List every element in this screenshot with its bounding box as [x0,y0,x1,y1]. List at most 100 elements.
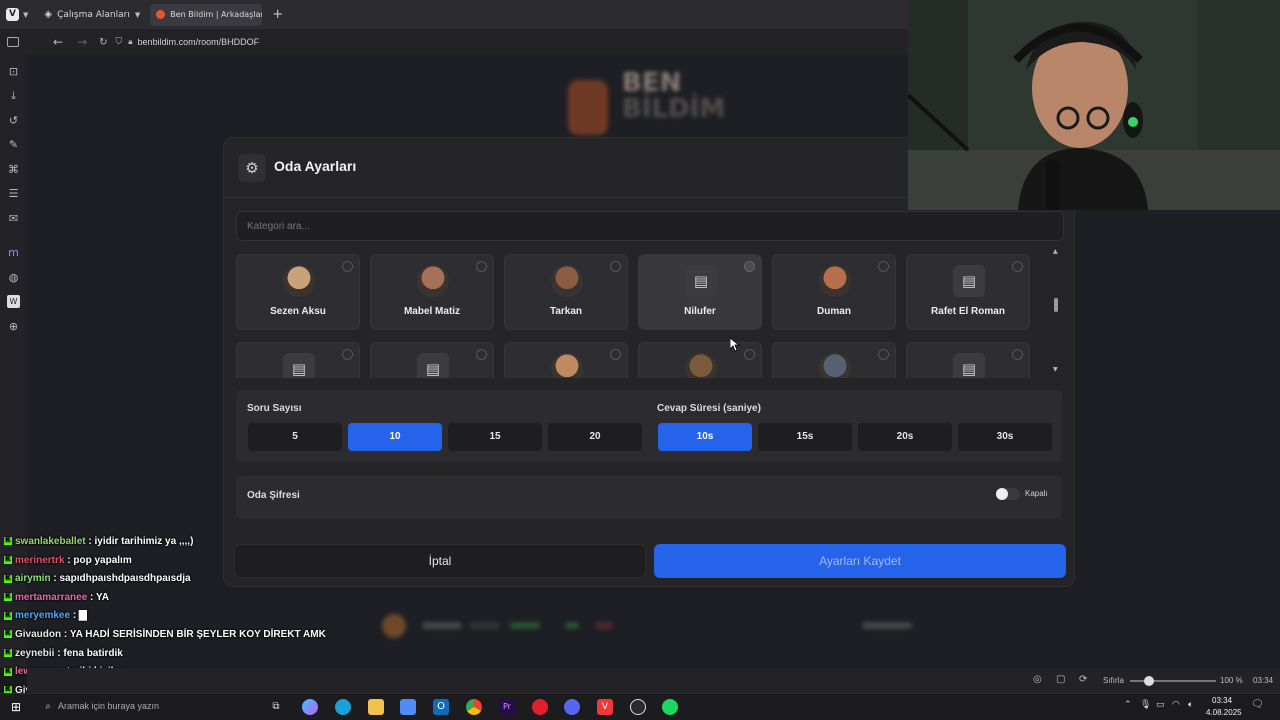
chat-text: iyidir tarihimiz ya ,,,,) [94,536,194,547]
question-count-option[interactable]: 20 [548,423,642,451]
kick-badge-icon: K [4,537,12,546]
question-count-option[interactable]: 15 [448,423,542,451]
panel-toggle-icon[interactable] [7,37,19,47]
answer-time-option[interactable]: 20s [858,423,952,451]
new-tab-icon[interactable]: + [272,7,283,22]
reload-icon[interactable]: ↻ [99,37,107,48]
add-panel-icon[interactable]: ⊕ [7,320,20,333]
category-card[interactable]: ▤ Rafet El Roman [906,254,1030,330]
category-radio[interactable] [342,349,353,360]
downloads-icon[interactable]: ⤓ [7,89,20,102]
category-card[interactable]: Mabel Matiz [370,254,494,330]
chat-username: zeynebii [15,647,55,659]
taskbar-search-input[interactable]: Aramak için buraya yazın [58,701,159,711]
category-card[interactable]: ▤ [906,342,1030,378]
zoom-reset-label[interactable]: Sıfırla [1103,676,1124,685]
web-panel-icon[interactable]: ◍ [7,271,20,284]
network-icon[interactable]: ▭ [1156,700,1165,710]
category-radio[interactable] [610,349,621,360]
notes-icon[interactable]: ✎ [7,138,20,151]
copilot-icon[interactable] [302,699,318,715]
chrome-icon[interactable] [466,699,482,715]
wifi-icon[interactable]: ◠ [1172,700,1180,710]
microphone-icon[interactable]: 🎙︎ [1140,700,1151,710]
tab-workspaces[interactable]: ◈ Çalışma Alanları ▼ [38,4,146,26]
category-radio[interactable] [1012,261,1023,272]
category-radio[interactable] [878,261,889,272]
url-field[interactable]: benbildim.com/room/BHDDOF [138,37,260,47]
scroll-thumb[interactable] [1054,298,1058,312]
vivaldi-icon[interactable]: V [597,699,613,715]
answer-time-option[interactable]: 15s [758,423,852,451]
question-count-option[interactable]: 10 [348,423,442,451]
back-icon[interactable]: ← [53,35,63,49]
category-card[interactable] [504,342,628,378]
opera-icon[interactable] [532,699,548,715]
category-card[interactable]: Sezen Aksu [236,254,360,330]
streamer-camera-image [908,0,1280,210]
sync-icon[interactable]: ⟳ [1079,674,1087,685]
volume-icon[interactable]: 🔈︎ [1188,700,1193,710]
zoom-slider[interactable] [1130,676,1216,686]
category-radio[interactable] [1012,349,1023,360]
category-radio[interactable] [878,349,889,360]
answer-time-option[interactable]: 10s [658,423,752,451]
shield-icon[interactable]: ⛉ [116,37,123,47]
reading-list-icon[interactable]: ☰ [7,187,20,200]
mail-icon[interactable]: ✉ [7,212,20,225]
vivaldi-menu-icon[interactable]: V [6,8,19,21]
history-icon[interactable]: ↺ [7,114,20,127]
category-radio[interactable] [476,349,487,360]
quiz-options-panel: Soru Sayısı Cevap Süresi (saniye) 5 10 15 2… [236,390,1062,462]
clock-time[interactable]: 03:34 [1212,696,1232,705]
modal-title: Oda Ayarları [274,158,357,174]
password-toggle[interactable] [996,488,1020,500]
capture-icon[interactable]: ◎ [1033,674,1042,685]
tiling-icon[interactable]: ▢ [1056,674,1065,685]
tray-chevron-icon[interactable]: ⌃ [1124,700,1132,710]
bookmarks-icon[interactable]: ⊡ [7,65,20,78]
category-card[interactable]: ▤ [370,342,494,378]
windows-start-icon[interactable]: ⊞ [8,699,24,715]
chevron-down-icon[interactable]: ▼ [23,11,28,19]
category-radio[interactable] [476,261,487,272]
category-avatar [551,353,583,378]
obs-icon[interactable] [630,699,646,715]
answer-time-option[interactable]: 30s [958,423,1052,451]
clock-date[interactable]: 4.08.2025 [1206,708,1242,717]
question-count-option[interactable]: 5 [248,423,342,451]
forward-icon[interactable]: → [77,35,87,49]
edge-icon[interactable] [335,699,351,715]
category-card[interactable]: ▤ Nilufer [638,254,762,330]
save-settings-button[interactable]: Ayarları Kaydet [654,544,1066,578]
wikipedia-icon[interactable]: W [7,295,20,308]
zoom-slider-knob[interactable] [1144,676,1154,686]
chat-message: Kmertamarranee : YA [4,592,109,603]
translate-icon[interactable]: ⌘ [7,163,20,176]
category-card[interactable] [638,342,762,378]
score-bar [470,622,500,629]
premiere-icon[interactable]: Pr [499,699,515,715]
category-card[interactable]: ▤ [236,342,360,378]
kick-badge-icon: K [4,667,12,676]
discord-icon[interactable] [564,699,580,715]
category-search-input[interactable] [236,211,1064,241]
notification-icon[interactable]: 🗨︎ [1251,699,1264,710]
mastodon-icon[interactable]: m [7,246,20,259]
store-icon[interactable] [400,699,416,715]
scroll-up-icon[interactable]: ▲ [1053,248,1058,255]
category-radio[interactable] [744,261,755,272]
category-scrollbar[interactable]: ▲ ▼ [1052,248,1062,378]
category-card[interactable]: Tarkan [504,254,628,330]
tab-benbildim[interactable]: Ben Bildim | Arkadaşlarınla [150,3,263,26]
category-card[interactable]: Duman [772,254,896,330]
outlook-icon[interactable]: O [433,699,449,715]
spotify-icon[interactable] [662,699,678,715]
scroll-down-icon[interactable]: ▼ [1053,366,1058,373]
file-explorer-icon[interactable] [368,699,384,715]
category-radio[interactable] [744,349,755,360]
category-card[interactable] [772,342,896,378]
category-radio[interactable] [610,261,621,272]
task-view-icon[interactable]: ⧉ [268,699,284,715]
category-radio[interactable] [342,261,353,272]
